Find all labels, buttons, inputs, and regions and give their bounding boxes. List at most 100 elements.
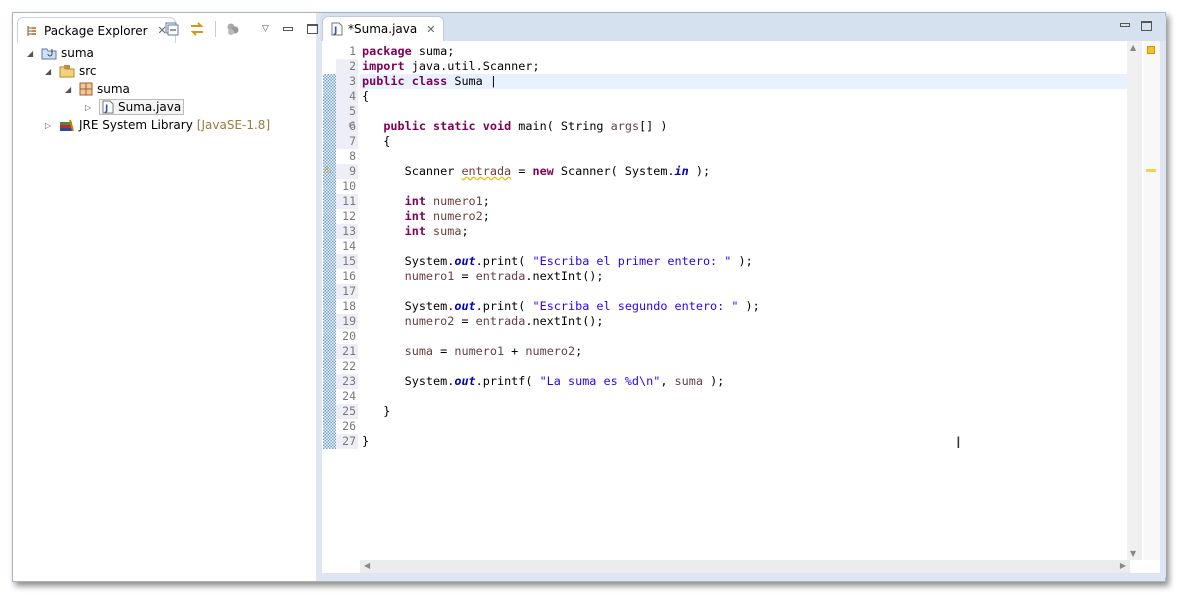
code-token: static [433,119,476,133]
eclipse-window: Package Explorer ✕ ▽ ◢ suma ◢ src ◢ suma… [12,12,1166,582]
warning-icon[interactable]: ⚠ [323,165,332,176]
code-text[interactable]: package suma; import java.util.Scanner; pu… [360,44,1130,449]
tab-package-explorer[interactable]: Package Explorer ✕ [17,17,176,43]
minimize-icon[interactable] [1120,23,1130,27]
code-token: .print( [475,299,533,313]
close-icon[interactable]: ✕ [426,23,435,36]
library-icon [60,119,74,132]
scroll-right-icon[interactable]: ▶ [1120,561,1126,570]
line-number: 17 [336,284,358,299]
expanded-arrow-icon[interactable]: ◢ [27,49,37,58]
code-token: args [610,119,640,133]
collapse-all-icon[interactable] [165,22,179,36]
code-token: ; [482,194,490,208]
code-line[interactable]: Scanner entrada = new Scanner( System.in… [360,164,1130,179]
line-number: 10 [342,179,356,193]
collapsed-arrow-icon[interactable]: ▷ [85,103,95,112]
line-number: 7 [336,134,358,149]
code-token: entrada [475,314,526,328]
code-token: entrada [461,164,512,178]
code-line[interactable]: import java.util.Scanner; [360,59,1130,74]
code-token: ); [738,299,760,313]
overview-status-icon [1147,46,1155,54]
code-line[interactable]: System.out.print( "Escriba el primer ent… [360,254,1130,269]
code-line[interactable]: } [360,404,1130,419]
collapsed-arrow-icon[interactable]: ▷ [45,121,55,130]
code-token: Scanner [362,164,462,178]
line-numbers: 1 2 3 4 5 6 7 8 9 10 11 12 13 14 15 16 17 18 19 20 21 22 23 24 2… [336,44,358,449]
code-line[interactable]: public class Suma | [360,74,1130,89]
code-token: = [454,269,476,283]
code-line[interactable]: System.out.print( "Escriba el segundo en… [360,299,1130,314]
java-file-icon: J [102,100,114,114]
code-token: entrada [475,269,526,283]
filters-icon[interactable] [226,22,240,36]
java-file-icon: J [331,22,343,36]
maximize-icon[interactable] [306,24,318,34]
code-line[interactable]: int suma; [360,224,1130,239]
code-token: numero2 [525,344,576,358]
minimize-icon[interactable] [282,27,293,31]
maximize-icon[interactable] [1141,21,1152,31]
code-line[interactable]: public static void main( String args[] ) [360,119,1130,134]
code-line[interactable] [360,359,1130,374]
expanded-arrow-icon[interactable]: ◢ [45,67,55,76]
tree-item-src[interactable]: ◢ src [45,62,97,80]
code-line[interactable] [360,329,1130,344]
code-line[interactable]: numero1 = entrada.nextInt(); [360,269,1130,284]
code-token: { [362,134,391,148]
code-token: System. [362,299,455,313]
svg-text:J: J [333,26,337,36]
code-line[interactable]: { [360,134,1130,149]
code-line[interactable] [360,149,1130,164]
line-number: 18 [342,299,356,313]
vertical-scrollbar[interactable]: ▲ ▼ [1127,41,1142,560]
code-line[interactable] [360,284,1130,299]
scroll-down-icon[interactable]: ▼ [1130,549,1136,558]
code-line[interactable]: suma = numero1 + numero2; [360,344,1130,359]
code-token: "La suma es %d\n" [539,374,661,388]
code-line[interactable] [360,419,1130,434]
code-token: .print( [475,254,533,268]
view-menu-icon[interactable]: ▽ [262,24,269,34]
code-token: System. [362,374,455,388]
code-line[interactable] [360,179,1130,194]
code-token: numero1 [404,269,455,283]
scroll-up-icon[interactable]: ▲ [1130,43,1136,52]
code-token: main( String [511,119,611,133]
code-line[interactable] [360,239,1130,254]
code-line[interactable]: } [360,434,1130,449]
overview-ruler[interactable] [1144,41,1160,560]
code-line[interactable]: System.out.printf( "La suma es %d\n", su… [360,374,1130,389]
tree-item-suma-java[interactable]: ▷ J Suma.java [85,98,185,116]
tree-item-project[interactable]: ◢ suma [27,44,94,62]
java-project-icon [41,48,57,60]
code-line[interactable] [360,389,1130,404]
scroll-left-icon[interactable]: ◀ [364,561,370,570]
code-token: package [362,44,412,58]
line-number: 14 [342,239,356,253]
code-line[interactable]: int numero2; [360,209,1130,224]
link-with-editor-icon[interactable] [189,22,205,36]
code-token: int [404,224,426,238]
code-token: class [411,74,448,88]
expanded-arrow-icon[interactable]: ◢ [65,85,75,94]
code-token: ); [688,164,711,178]
collapse-icon[interactable]: ⊖ [348,121,356,131]
tree-item-jre-library[interactable]: ▷ JRE System Library [JavaSE-1.8] [45,116,270,134]
horizontal-scrollbar[interactable]: ◀ ▶ [360,560,1130,573]
warning-marker[interactable] [1146,169,1156,172]
code-line[interactable]: int numero1; [360,194,1130,209]
tree-item-package[interactable]: ◢ suma [65,80,130,98]
code-line[interactable]: { [360,89,1130,104]
tab-suma-java[interactable]: J *Suma.java ✕ [322,16,445,41]
code-line[interactable]: numero2 = entrada.nextInt(); [360,314,1130,329]
code-token: ); [702,374,725,388]
code-line[interactable] [360,104,1130,119]
code-line[interactable]: package suma; [360,44,1130,59]
line-number: 11 [336,194,358,209]
code-editor[interactable]: 1 2 3 4 5 6 7 8 9 10 11 12 13 14 15 16 17 18 19 20 21 22 23 24 2… [322,41,1160,573]
